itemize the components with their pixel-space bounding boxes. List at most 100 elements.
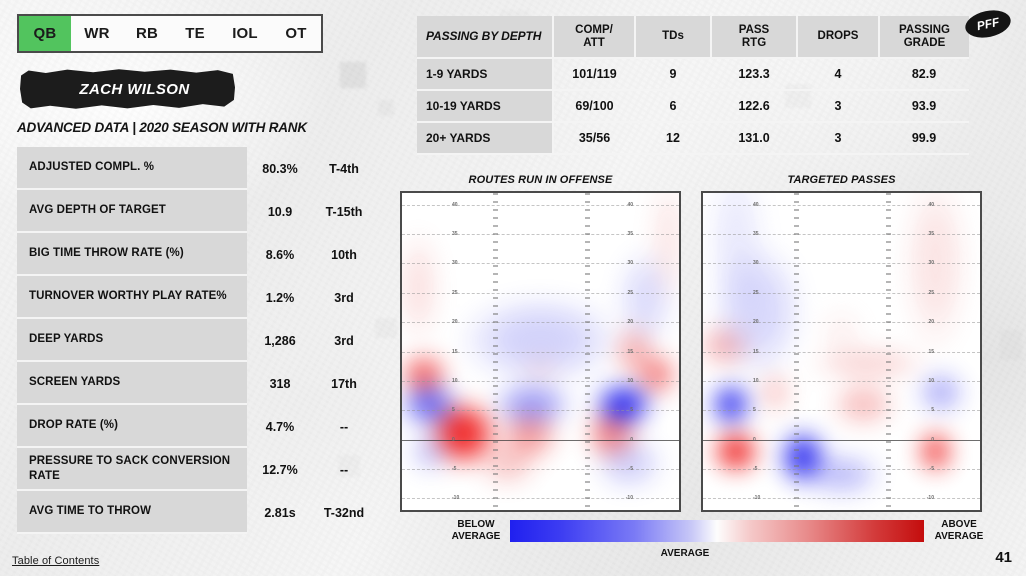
yard-line-label: 15 bbox=[928, 348, 934, 355]
yard-line bbox=[402, 468, 679, 470]
col-line-2: GRADE bbox=[903, 36, 946, 49]
yard-line-label: 25 bbox=[452, 289, 458, 296]
pass-rtg-cell: 123.3 bbox=[711, 58, 797, 91]
legend-gradient-bar bbox=[510, 519, 924, 542]
yard-line-label: 40 bbox=[627, 201, 633, 208]
column-header-comp-att: COMP/ATT bbox=[553, 16, 636, 59]
yard-line-label: 40 bbox=[753, 201, 759, 208]
drops-cell: 4 bbox=[797, 58, 879, 91]
routes-run-heatmap-title: ROUTES RUN IN OFFENSE bbox=[468, 174, 613, 186]
col-line-1: PASSING bbox=[899, 23, 950, 36]
col-line-1: COMP/ bbox=[575, 23, 613, 36]
tab-qb-label: QB bbox=[33, 25, 57, 42]
stat-row: SCREEN YARDS 318 17th bbox=[17, 362, 375, 405]
stat-label: PRESSURE TO SACK CONVERSION RATE bbox=[17, 448, 247, 491]
yard-line bbox=[402, 498, 679, 500]
stat-rank: T-32nd bbox=[323, 505, 365, 520]
stat-row: DROP RATE (%) 4.7% -- bbox=[17, 405, 375, 448]
tab-ot-label: OT bbox=[285, 25, 307, 42]
column-header-drops: DROPS bbox=[797, 16, 880, 59]
tds-cell: 12 bbox=[635, 122, 711, 155]
yard-line-label: 5 bbox=[931, 407, 934, 414]
col-line-1: PASS bbox=[738, 23, 770, 36]
tab-rb[interactable]: RB bbox=[123, 16, 171, 51]
line-of-scrimmage bbox=[703, 439, 980, 441]
stat-rank: 17th bbox=[331, 376, 357, 391]
stat-rank: -- bbox=[339, 419, 349, 434]
legend-bar-row: BELOW AVERAGE ABOVE AVERAGE bbox=[448, 519, 988, 543]
pass-rtg-cell: 131.0 bbox=[711, 122, 797, 155]
comp-att-cell: 101/119 bbox=[553, 58, 635, 91]
yard-line-label: 35 bbox=[452, 231, 458, 238]
stat-label: DEEP YARDS bbox=[17, 319, 247, 362]
yard-line-label: 30 bbox=[928, 260, 934, 267]
targeted-passes-heatmap[interactable]: 40 40 35 35 30 30 25 25 20 20 15 15 10 10 5 5 0 0 -5 -5 -10 -… bbox=[701, 191, 982, 512]
player-name-banner: ZACH WILSON bbox=[20, 68, 235, 110]
routes-run-heatmap[interactable]: 40 40 35 35 30 30 25 25 20 20 15 15 10 10 5 5 0 0 -5 -5 -10 -… bbox=[400, 191, 681, 512]
tab-wr[interactable]: WR bbox=[71, 16, 123, 51]
yard-line-label: 0 bbox=[931, 436, 934, 443]
yard-line-label: 30 bbox=[452, 260, 458, 267]
stat-rank: T-15th bbox=[325, 204, 363, 219]
yard-line-label: 30 bbox=[627, 260, 633, 267]
heatmap-color-legend: BELOW AVERAGE ABOVE AVERAGE AVERAGE bbox=[448, 519, 988, 559]
yard-line bbox=[703, 292, 980, 294]
tab-wr-label: WR bbox=[84, 25, 110, 42]
yard-line-label: 10 bbox=[928, 377, 934, 384]
yard-line-label: 25 bbox=[928, 289, 934, 296]
depth-cell: 10-19 YARDS bbox=[417, 90, 554, 123]
stat-label: BIG TIME THROW RATE (%) bbox=[17, 233, 247, 276]
yard-line-label: -10 bbox=[753, 495, 761, 502]
yard-line-label: 35 bbox=[627, 231, 633, 238]
yard-line bbox=[402, 322, 679, 324]
passing-by-depth-body: 1-9 YARDS 101/119 9 123.3 4 82.9 10-19 YARDS 69… bbox=[417, 58, 969, 155]
yard-line-label: 25 bbox=[627, 289, 633, 296]
position-tabs[interactable]: QB WR RB TE IOL OT bbox=[17, 14, 323, 53]
yard-line-label: 35 bbox=[928, 231, 934, 238]
page-number: 41 bbox=[995, 549, 1012, 566]
stat-value: 318 bbox=[269, 376, 291, 391]
texture-smudge bbox=[1000, 330, 1022, 360]
stat-rank: 3rd bbox=[334, 290, 354, 305]
depth-cell: 1-9 YARDS bbox=[417, 58, 554, 91]
stat-value: 1,286 bbox=[264, 333, 296, 348]
stat-value: 12.7% bbox=[262, 462, 298, 477]
stat-row: TURNOVER WORTHY PLAY RATE% 1.2% 3rd bbox=[17, 276, 375, 319]
texture-smudge bbox=[375, 318, 397, 338]
field-canvas: 40 40 35 35 30 30 25 25 20 20 15 15 10 10 5 5 0 0 -5 -5 -10 -… bbox=[703, 193, 980, 510]
comp-att-cell: 35/56 bbox=[553, 122, 635, 155]
drops-cell: 3 bbox=[797, 90, 879, 123]
field-canvas: 40 40 35 35 30 30 25 25 20 20 15 15 10 10 5 5 0 0 -5 -5 -10 -… bbox=[402, 193, 679, 510]
column-header-passing-grade: PASSING GRADE bbox=[879, 16, 969, 59]
yard-line-label: 40 bbox=[452, 201, 458, 208]
yard-line bbox=[402, 263, 679, 265]
yard-line-label: 10 bbox=[627, 377, 633, 384]
tab-te[interactable]: TE bbox=[171, 16, 219, 51]
stat-value: 4.7% bbox=[265, 419, 295, 434]
stat-rank: T-4th bbox=[329, 161, 359, 176]
yard-line bbox=[703, 468, 980, 470]
yard-line bbox=[402, 234, 679, 236]
column-header-tds: TDs bbox=[635, 16, 712, 59]
yard-line-label: 20 bbox=[627, 319, 633, 326]
tab-qb[interactable]: QB bbox=[19, 16, 71, 51]
yard-line-label: 20 bbox=[452, 319, 458, 326]
table-row: 20+ YARDS 35/56 12 131.0 3 99.9 bbox=[417, 122, 969, 155]
tab-iol[interactable]: IOL bbox=[219, 16, 271, 51]
yard-line-label: 30 bbox=[753, 260, 759, 267]
yard-line bbox=[703, 322, 980, 324]
yard-line-label: 0 bbox=[452, 436, 455, 443]
legend-above-average-label: ABOVE AVERAGE bbox=[934, 519, 984, 542]
yard-line bbox=[703, 498, 980, 500]
stat-value: 10.9 bbox=[267, 204, 293, 219]
table-of-contents-link[interactable]: Table of Contents bbox=[12, 555, 99, 567]
texture-smudge bbox=[340, 62, 366, 88]
col-line-2: ATT bbox=[583, 36, 605, 49]
stat-label: ADJUSTED COMPL. % bbox=[17, 147, 247, 190]
yard-line bbox=[402, 380, 679, 382]
tab-ot[interactable]: OT bbox=[271, 16, 321, 51]
yard-line-label: -10 bbox=[625, 495, 633, 502]
yard-line-label: 5 bbox=[630, 407, 633, 414]
tab-te-label: TE bbox=[185, 25, 205, 42]
stat-row: BIG TIME THROW RATE (%) 8.6% 10th bbox=[17, 233, 375, 276]
